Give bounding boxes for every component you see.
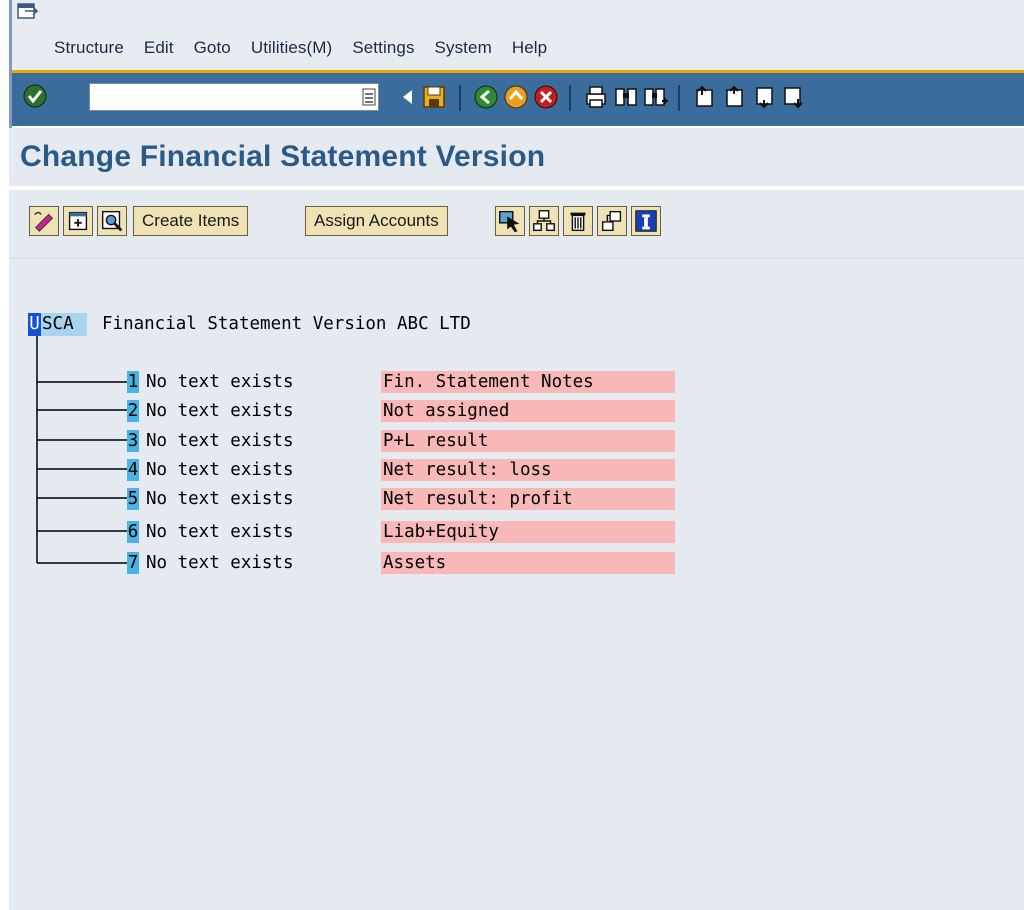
node-description: Net result: loss [381, 459, 675, 481]
node-text: No text exists [146, 372, 294, 392]
fs-version-tree: U SCA Financial Statement Version ABC LT… [0, 0, 1024, 910]
node-text: No text exists [146, 401, 294, 421]
node-text: No text exists [146, 489, 294, 509]
node-number[interactable]: 3 [127, 430, 139, 452]
node-description: P+L result [381, 430, 675, 452]
node-description: Not assigned [381, 400, 675, 422]
node-number[interactable]: 4 [127, 459, 139, 481]
node-text: No text exists [146, 553, 294, 573]
node-number[interactable]: 7 [127, 552, 139, 574]
node-number[interactable]: 6 [127, 521, 139, 543]
root-key-highlight[interactable]: U [28, 313, 41, 336]
node-description: Liab+Equity [381, 521, 675, 543]
node-text: No text exists [146, 460, 294, 480]
node-number[interactable]: 1 [127, 371, 139, 393]
node-description: Fin. Statement Notes [381, 371, 675, 393]
node-text: No text exists [146, 522, 294, 542]
node-number[interactable]: 2 [127, 400, 139, 422]
root-key[interactable]: SCA [41, 313, 87, 336]
node-number[interactable]: 5 [127, 488, 139, 510]
node-description: Assets [381, 552, 675, 574]
node-text: No text exists [146, 431, 294, 451]
tree-connector-lines [36, 336, 127, 564]
root-description: Financial Statement Version ABC LTD [102, 314, 471, 334]
node-description: Net result: profit [381, 488, 675, 510]
